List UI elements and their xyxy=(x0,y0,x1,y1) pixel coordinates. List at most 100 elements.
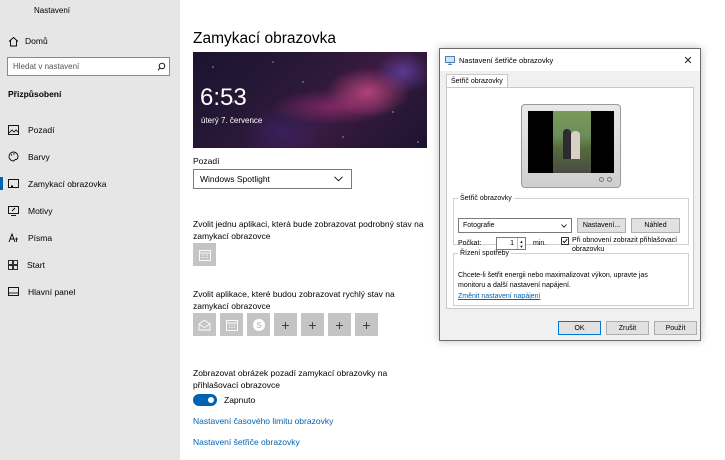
screensaver-settings-link[interactable]: Nastavení šetřiče obrazovky xyxy=(193,437,300,447)
wait-minutes-value: 1 xyxy=(510,240,514,247)
plus-icon: + xyxy=(281,316,290,333)
search-input[interactable] xyxy=(8,58,153,75)
screensaver-select[interactable]: Fotografie xyxy=(458,218,572,233)
background-dropdown-value: Windows Spotlight xyxy=(200,174,270,184)
monitor-button xyxy=(607,177,612,182)
plus-icon: + xyxy=(335,316,344,333)
home-nav-item[interactable]: Domů xyxy=(8,34,48,48)
palette-icon xyxy=(8,151,19,162)
checkmark-icon xyxy=(562,238,568,244)
screensaver-group-legend: Šetřič obrazovky xyxy=(460,195,512,202)
power-description: Chcete-li šetřit energii nebo maximalizo… xyxy=(458,271,683,291)
quick-status-desc: Zvolit aplikace, které budou zobrazovat … xyxy=(193,289,395,311)
detailed-status-app-tile[interactable] xyxy=(193,243,216,266)
sidebar-item-label: Písma xyxy=(28,232,53,243)
mail-icon xyxy=(198,318,211,330)
plus-icon: + xyxy=(308,316,317,333)
theme-brush-icon xyxy=(8,205,19,216)
svg-text:S: S xyxy=(256,321,262,330)
lock-screen-preview: 6:53 úterý 7. července xyxy=(193,52,427,148)
screensaver-settings-button[interactable]: Nastavení... xyxy=(577,218,626,233)
image-icon xyxy=(8,124,19,135)
home-label: Domů xyxy=(25,36,48,46)
detailed-status-desc: Zvolit jednu aplikaci, která bude zobraz… xyxy=(193,219,424,241)
background-label: Pozadí xyxy=(193,156,220,166)
sidebar-item-colors[interactable]: Barvy xyxy=(0,143,180,170)
lock-screen-icon xyxy=(8,178,19,188)
nav-list: Pozadí Barvy Zamykací obrazovka Motivy P… xyxy=(0,116,180,305)
power-desc-line1: Chcete-li šetřit energii nebo maximalizo… xyxy=(458,272,648,279)
cancel-button[interactable]: Zrušit xyxy=(606,321,649,335)
screensaver-preview-button[interactable]: Náhled xyxy=(631,218,680,233)
screensaver-preview-monitor xyxy=(521,104,621,188)
search-box[interactable] xyxy=(7,57,170,76)
monitor-power-led xyxy=(599,177,604,182)
screen-timeout-link[interactable]: Nastavení časového limitu obrazovky xyxy=(193,416,333,426)
sidebar-item-label: Motivy xyxy=(28,205,53,216)
quick-status-tile-calendar[interactable] xyxy=(220,313,243,336)
window-title: Nastavení xyxy=(34,6,71,15)
quick-status-tile-add[interactable]: + xyxy=(274,313,297,336)
sidebar-item-label: Start xyxy=(27,259,45,270)
sidebar: Nastavení Domů Přizpůsobení Pozadí Barvy… xyxy=(0,0,180,460)
quick-status-tile-add[interactable]: + xyxy=(301,313,324,336)
sidebar-item-lock-screen[interactable]: Zamykací obrazovka xyxy=(0,170,180,197)
quick-status-tile-skype[interactable]: S xyxy=(247,313,270,336)
stepper-arrows-icon[interactable]: ▲ ▼ xyxy=(517,238,525,249)
calendar-icon xyxy=(198,249,211,261)
monitor-icon xyxy=(445,55,455,65)
change-power-settings-link[interactable]: Změnit nastavení napájení xyxy=(458,293,541,300)
wait-minutes-stepper[interactable]: 1 ▲ ▼ xyxy=(496,237,526,250)
section-heading: Přizpůsobení xyxy=(8,89,62,99)
power-desc-line2: monitoru a další nastavení napájení. xyxy=(458,282,571,289)
wait-label: Počkat: xyxy=(458,240,482,247)
signin-background-toggle[interactable] xyxy=(193,394,217,406)
chevron-down-icon xyxy=(334,176,343,182)
dialog-titlebar[interactable]: Nastavení šetřiče obrazovky ✕ xyxy=(440,49,700,71)
apply-button[interactable]: Použít xyxy=(654,321,697,335)
photo-figure xyxy=(571,131,580,159)
sidebar-item-start[interactable]: Start xyxy=(0,251,180,278)
plus-icon: + xyxy=(362,316,371,333)
sidebar-item-label: Zamykací obrazovka xyxy=(28,178,107,189)
ok-button[interactable]: OK xyxy=(558,321,601,335)
preview-photo xyxy=(553,111,591,173)
sidebar-item-taskbar[interactable]: Hlavní panel xyxy=(0,278,180,305)
chevron-down-icon xyxy=(561,223,567,228)
quick-status-tile-mail[interactable] xyxy=(193,313,216,336)
resume-signin-label: Při obnovení zobrazit přihlašovací obraz… xyxy=(572,236,677,254)
resume-signin-line2: obrazovku xyxy=(572,246,605,253)
tab-screensaver[interactable]: Šetřič obrazovky xyxy=(446,74,508,88)
toggle-state-label: Zapnuto xyxy=(224,395,256,405)
start-grid-icon xyxy=(8,259,18,270)
close-icon[interactable]: ✕ xyxy=(680,52,696,68)
quick-status-tile-add[interactable]: + xyxy=(355,313,378,336)
calendar-icon xyxy=(225,319,238,331)
page-title: Zamykací obrazovka xyxy=(193,30,336,47)
screensaver-select-value: Fotografie xyxy=(463,222,495,229)
preview-screen xyxy=(528,111,614,173)
search-icon[interactable] xyxy=(153,62,169,71)
resume-signin-checkbox[interactable] xyxy=(561,237,569,245)
home-icon xyxy=(8,36,19,46)
preview-time: 6:53 xyxy=(200,84,247,111)
skype-icon: S xyxy=(252,318,265,331)
sidebar-item-label: Barvy xyxy=(28,151,50,162)
sidebar-item-themes[interactable]: Motivy xyxy=(0,197,180,224)
dialog-body: Šetřič obrazovky Šetřič obrazovky Řízení… xyxy=(440,71,700,340)
resume-signin-line1: Při obnovení zobrazit přihlašovací xyxy=(572,237,678,244)
preview-date: úterý 7. července xyxy=(201,116,263,125)
sidebar-item-label: Hlavní panel xyxy=(28,286,76,297)
signin-background-desc: Zobrazovat obrázek pozadí zamykací obraz… xyxy=(193,368,388,390)
sidebar-item-label: Pozadí xyxy=(28,124,55,135)
screensaver-dialog: Nastavení šetřiče obrazovky ✕ Šetřič obr… xyxy=(439,48,701,341)
sidebar-item-background[interactable]: Pozadí xyxy=(0,116,180,143)
power-group-legend: Řízení spotřeby xyxy=(460,250,510,257)
font-icon xyxy=(8,232,18,242)
wait-unit-label: min. xyxy=(533,240,547,247)
sidebar-item-fonts[interactable]: Písma xyxy=(0,224,180,251)
background-dropdown[interactable]: Windows Spotlight xyxy=(193,169,352,189)
quick-status-tile-add[interactable]: + xyxy=(328,313,351,336)
taskbar-icon xyxy=(8,287,19,296)
photo-figure xyxy=(563,129,571,159)
